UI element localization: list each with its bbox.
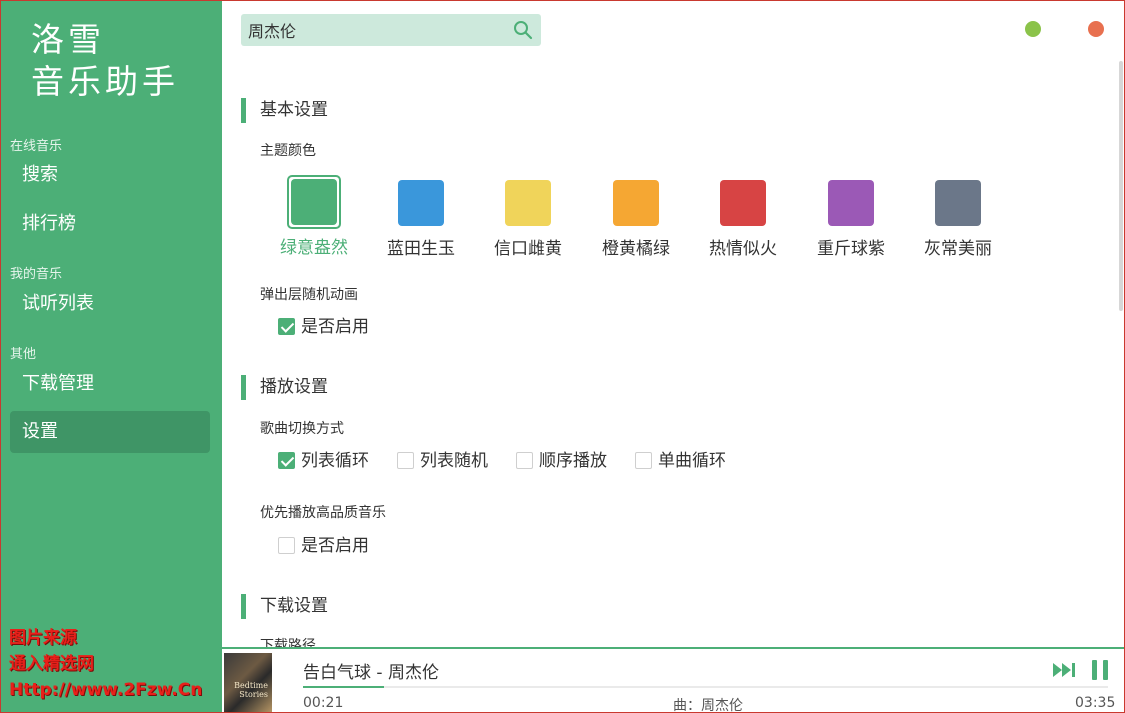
app-logo-line1: 洛雪 [31, 20, 105, 59]
section-title-playback: 播放设置 [241, 375, 328, 400]
radio-sequential[interactable]: 顺序播放 [516, 450, 607, 472]
popup-animation-label: 弹出层随机动画 [260, 287, 358, 303]
checkbox-label: 是否启用 [301, 317, 369, 337]
app-logo-line2: 音乐助手 [31, 62, 179, 101]
settings-panel: 基本设置 主题颜色 绿意盎然 蓝田生玉 信口雌黄 橙黄橘绿 热情似火 重斤球紫 [222, 61, 1117, 647]
switch-mode-label: 歌曲切换方式 [260, 421, 344, 437]
checkbox-label: 单曲循环 [658, 451, 726, 471]
watermark: 图片来源 通入精选网 Http://www.2Fzw.Cn [9, 625, 202, 703]
checkbox-label: 列表循环 [301, 451, 369, 471]
player-bar: Bedtime Stories 告白气球 - 周杰伦 00:21 曲：周杰伦 0… [222, 647, 1124, 713]
download-path-label: 下载路径 [260, 638, 316, 647]
theme-swatch-green[interactable]: 绿意盎然 [274, 175, 354, 258]
checkbox-box [278, 537, 295, 554]
section-title-basic: 基本设置 [241, 98, 328, 123]
progress-fill [303, 686, 384, 688]
search-box [241, 14, 541, 46]
watermark-line3: Http://www.2Fzw.Cn [9, 680, 203, 700]
nav-group-online: 在线音乐 [10, 139, 63, 154]
popup-animation-checkbox[interactable]: 是否启用 [278, 316, 369, 338]
search-icon[interactable] [513, 20, 533, 40]
theme-swatch-box [720, 180, 766, 226]
sidebar-item-downloads[interactable]: 下载管理 [10, 363, 210, 405]
next-track-icon[interactable] [1051, 659, 1077, 681]
checkbox-box [397, 452, 414, 469]
theme-swatch-label: 热情似火 [709, 239, 777, 259]
high-quality-checkbox[interactable]: 是否启用 [278, 535, 369, 557]
radio-list-loop[interactable]: 列表循环 [278, 450, 369, 472]
settings-scrollbar[interactable] [1117, 61, 1124, 647]
nav-group-my-music: 我的音乐 [10, 267, 63, 282]
sidebar-item-play-list[interactable]: 试听列表 [10, 283, 210, 325]
theme-swatch-box [505, 180, 551, 226]
theme-swatch-gray[interactable]: 灰常美丽 [918, 180, 998, 259]
theme-swatch-label: 橙黄橘绿 [602, 239, 670, 259]
album-cover[interactable]: Bedtime Stories [224, 653, 272, 712]
album-cover-caption: Bedtime Stories [234, 681, 268, 699]
sidebar-item-settings[interactable]: 设置 [10, 411, 210, 453]
pause-icon[interactable] [1089, 658, 1111, 682]
checkbox-box [635, 452, 652, 469]
minimize-button[interactable] [1025, 21, 1041, 37]
theme-swatch-box [613, 180, 659, 226]
checkbox-label: 是否启用 [301, 536, 369, 556]
theme-swatch-label: 灰常美丽 [924, 239, 992, 259]
theme-swatch-orange[interactable]: 橙黄橘绿 [596, 180, 676, 259]
current-time: 00:21 [303, 695, 344, 711]
theme-swatch-label: 重斤球紫 [817, 239, 885, 259]
now-playing-title: 告白气球 - 周杰伦 [303, 663, 439, 683]
section-title-download: 下载设置 [241, 594, 328, 619]
theme-swatch-label: 信口雌黄 [494, 239, 562, 259]
scrollbar-thumb[interactable] [1119, 61, 1123, 311]
search-input[interactable] [241, 14, 501, 46]
close-button[interactable] [1088, 21, 1104, 37]
theme-swatch-red[interactable]: 热情似火 [703, 180, 783, 259]
sidebar-item-search[interactable]: 搜索 [10, 154, 210, 196]
sidebar-item-charts[interactable]: 排行榜 [10, 203, 210, 245]
checkbox-box [278, 452, 295, 469]
total-time: 03:35 [1075, 695, 1116, 711]
theme-color-label: 主题颜色 [260, 143, 316, 159]
theme-swatch-label: 绿意盎然 [280, 238, 348, 258]
sidebar: 洛雪 音乐助手 在线音乐 搜索 排行榜 我的音乐 试听列表 其他 下载管理 设置… [1, 1, 222, 712]
theme-swatch-box [935, 180, 981, 226]
checkbox-box [516, 452, 533, 469]
theme-swatch-box [398, 180, 444, 226]
app-window: 洛雪 音乐助手 在线音乐 搜索 排行榜 我的音乐 试听列表 其他 下载管理 设置… [0, 0, 1125, 713]
theme-swatch-purple[interactable]: 重斤球紫 [811, 180, 891, 259]
radio-single-loop[interactable]: 单曲循环 [635, 450, 726, 472]
high-quality-label: 优先播放高品质音乐 [260, 505, 386, 521]
watermark-line2: 通入精选网 [9, 654, 94, 674]
theme-swatch-yellow[interactable]: 信口雌黄 [488, 180, 568, 259]
theme-swatch-label: 蓝田生玉 [387, 239, 455, 259]
nav-group-other: 其他 [10, 347, 37, 362]
theme-swatch-frame [287, 175, 341, 229]
theme-swatch-blue[interactable]: 蓝田生玉 [381, 180, 461, 259]
theme-swatch-box [291, 179, 337, 225]
checkbox-label: 顺序播放 [539, 451, 607, 471]
progress-bar[interactable] [303, 686, 1108, 688]
app-logo: 洛雪 音乐助手 [31, 19, 179, 103]
radio-list-random[interactable]: 列表随机 [397, 450, 488, 472]
checkbox-label: 列表随机 [420, 451, 488, 471]
theme-swatch-box [828, 180, 874, 226]
song-artist-meta: 曲：周杰伦 [673, 698, 743, 713]
watermark-line1: 图片来源 [9, 628, 77, 648]
checkbox-box [278, 318, 295, 335]
